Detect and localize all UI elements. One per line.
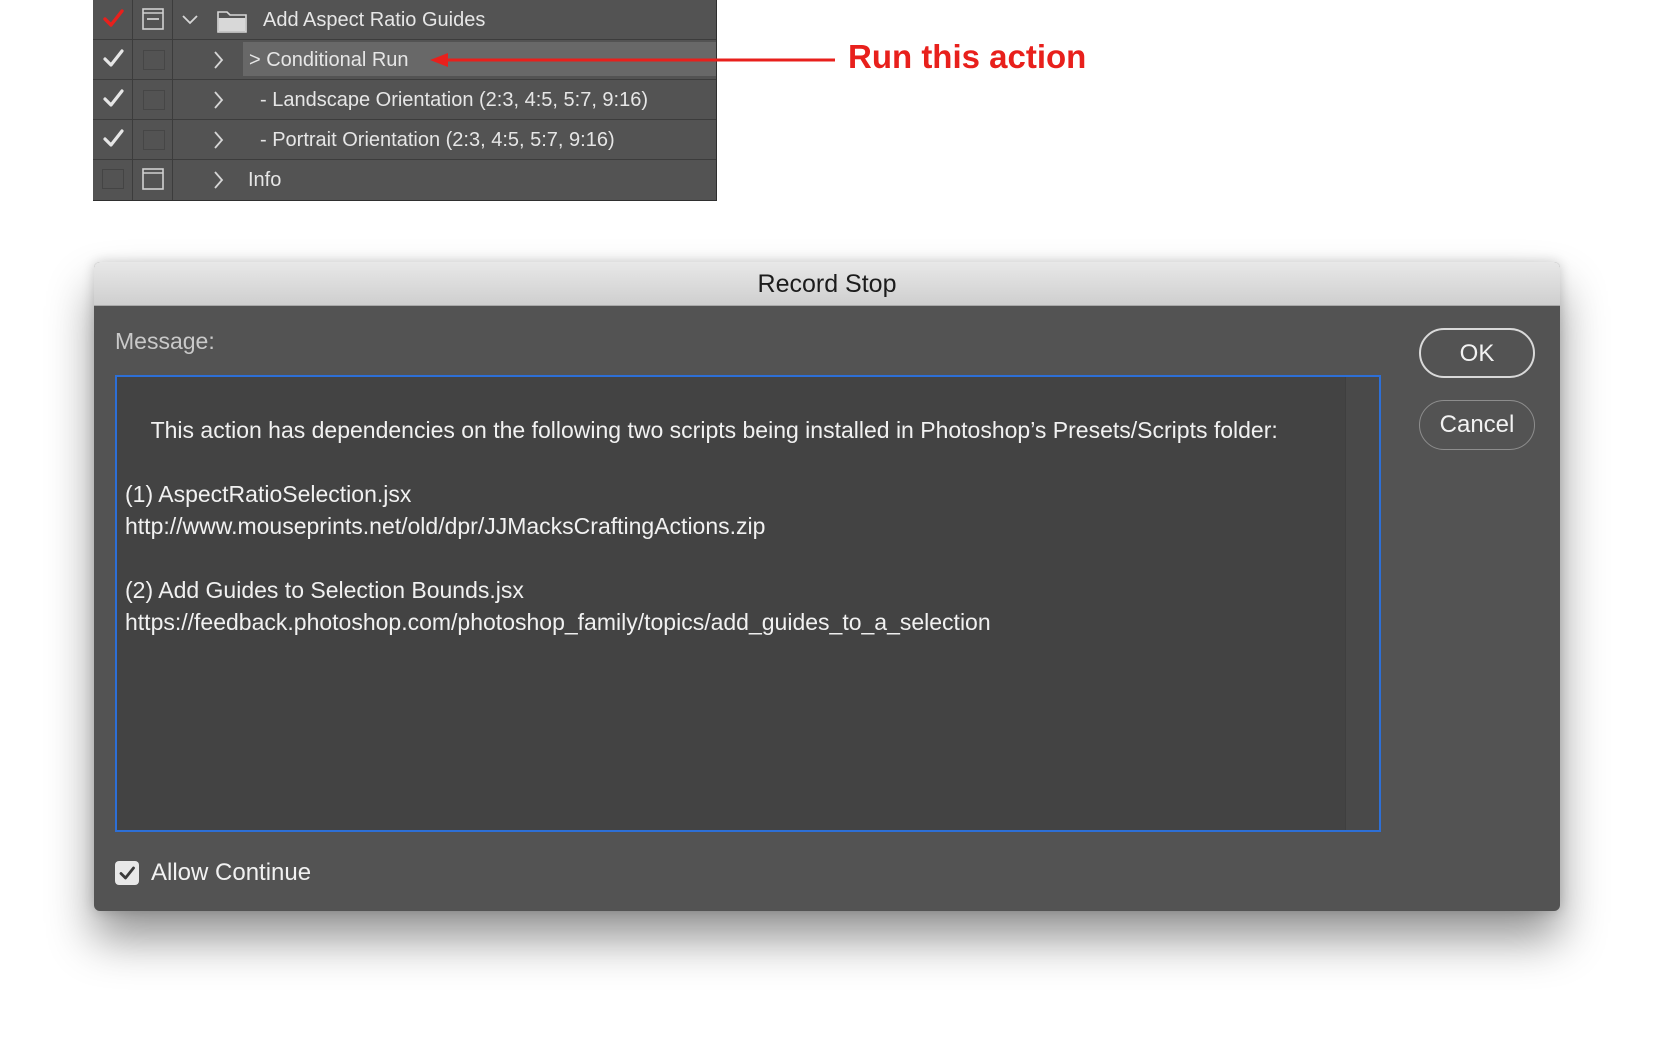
allow-continue-checkbox[interactable] (115, 861, 139, 885)
chevron-right-icon[interactable] (209, 130, 227, 150)
action-set-row[interactable]: Add Aspect Ratio Guides (93, 0, 716, 40)
action-row-landscape[interactable]: - Landscape Orientation (2:3, 4:5, 5:7, … (93, 80, 716, 120)
toggle-dialog-cell[interactable] (133, 40, 173, 79)
toggle-dialog-cell[interactable] (133, 160, 173, 200)
action-row-info[interactable]: Info (93, 160, 716, 200)
toggle-item-cell[interactable] (93, 160, 133, 200)
cancel-button[interactable]: Cancel (1419, 400, 1535, 450)
annotation-label: Run this action (848, 38, 1087, 75)
dialog-toggle-icon[interactable] (142, 168, 164, 190)
toggle-item-cell[interactable] (93, 40, 133, 79)
chevron-right-icon[interactable] (209, 170, 227, 190)
record-stop-dialog: Record Stop Message: This action has dep… (94, 262, 1560, 911)
action-label: - Portrait Orientation (2:3, 4:5, 5:7, 9… (260, 129, 615, 151)
message-label: Message: (115, 328, 215, 354)
message-textarea[interactable]: This action has dependencies on the foll… (115, 375, 1381, 832)
action-label: - Landscape Orientation (2:3, 4:5, 5:7, … (260, 89, 649, 111)
chevron-down-icon[interactable] (181, 10, 199, 30)
action-row-portrait[interactable]: - Portrait Orientation (2:3, 4:5, 5:7, 9… (93, 120, 716, 160)
toggle-item-cell[interactable] (93, 0, 133, 39)
chevron-right-icon[interactable] (209, 90, 227, 110)
toggle-item-cell[interactable] (93, 80, 133, 119)
folder-icon (217, 11, 247, 33)
toggle-item-cell[interactable] (93, 120, 133, 159)
action-label: > Conditional Run (249, 49, 409, 71)
scrollbar[interactable] (1345, 377, 1379, 830)
dialog-toggle-empty[interactable] (143, 50, 165, 70)
check-icon[interactable] (102, 87, 124, 109)
dialog-toggle-empty[interactable] (143, 90, 165, 110)
check-icon[interactable] (102, 47, 124, 69)
dialog-titlebar[interactable]: Record Stop (94, 262, 1560, 306)
annotation-arrow-icon (430, 53, 835, 67)
allow-continue-label[interactable]: Allow Continue (151, 858, 311, 888)
chevron-right-icon[interactable] (209, 50, 227, 70)
toggle-dialog-cell[interactable] (133, 120, 173, 159)
dialog-title: Record Stop (757, 270, 897, 298)
unchecked-box[interactable] (102, 169, 124, 189)
check-icon[interactable] (102, 7, 124, 29)
action-set-label: Add Aspect Ratio Guides (263, 9, 486, 31)
dialog-toggle-partial-icon[interactable] (142, 8, 164, 30)
checkmark-icon (119, 866, 135, 880)
toggle-dialog-cell[interactable] (133, 0, 173, 39)
check-icon[interactable] (102, 127, 124, 149)
toggle-dialog-cell[interactable] (133, 80, 173, 119)
dialog-toggle-empty[interactable] (143, 130, 165, 150)
actions-panel: Add Aspect Ratio Guides > Conditional Ru… (93, 0, 717, 201)
ok-button[interactable]: OK (1419, 328, 1535, 378)
message-text: This action has dependencies on the foll… (125, 417, 1278, 635)
action-label: Info (248, 169, 282, 191)
